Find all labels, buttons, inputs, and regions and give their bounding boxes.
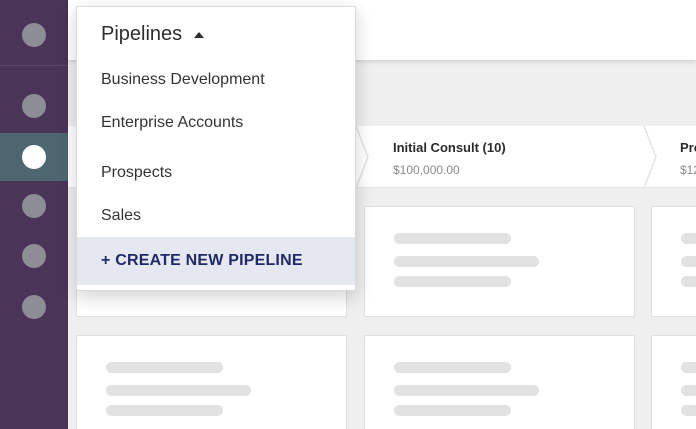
pipeline-dropdown-toggle[interactable]: Pipelines — [101, 23, 205, 46]
loading-placeholder — [681, 405, 696, 416]
nav-dot-icon[interactable] — [22, 194, 46, 218]
nav-dot-icon[interactable] — [22, 295, 46, 319]
loading-placeholder — [681, 233, 696, 244]
loading-placeholder — [681, 276, 696, 287]
nav-dot-icon[interactable] — [22, 244, 46, 268]
deal-card[interactable] — [364, 206, 635, 317]
loading-placeholder — [394, 276, 511, 287]
loading-placeholder — [681, 385, 696, 396]
pipeline-item-prospects[interactable]: Prospects — [77, 163, 355, 183]
loading-placeholder — [394, 233, 511, 244]
stage-name[interactable]: Initial Consult (10) — [393, 140, 506, 155]
nav-dot-icon[interactable] — [22, 145, 46, 169]
deal-card[interactable] — [651, 335, 696, 429]
stage-name[interactable]: Pro — [680, 140, 696, 155]
loading-placeholder — [394, 256, 539, 267]
pipeline-item-enterprise-accounts[interactable]: Enterprise Accounts — [77, 113, 355, 133]
create-pipeline-button[interactable]: + CREATE NEW PIPELINE — [77, 237, 355, 285]
stage-amount: $12 — [680, 163, 696, 177]
loading-placeholder — [394, 405, 511, 416]
nav-dot-icon[interactable] — [22, 23, 46, 47]
loading-placeholder — [106, 405, 223, 416]
deal-card[interactable] — [364, 335, 635, 429]
loading-placeholder — [681, 256, 696, 267]
deal-card[interactable] — [651, 206, 696, 317]
caret-up-icon — [194, 31, 205, 38]
loading-placeholder — [394, 385, 539, 396]
sidebar — [0, 0, 68, 429]
loading-placeholder — [681, 362, 696, 373]
pipeline-dropdown-title: Pipelines — [101, 23, 183, 45]
stage-separator-icon — [643, 126, 657, 188]
stage-amount: $100,000.00 — [393, 163, 460, 177]
loading-placeholder — [106, 362, 223, 373]
loading-placeholder — [394, 362, 511, 373]
pipeline-item-business-development[interactable]: Business Development — [77, 70, 355, 90]
pipeline-dropdown: Pipelines Business Development Enterpris… — [76, 6, 356, 291]
pipeline-item-sales[interactable]: Sales — [77, 206, 355, 226]
stage-separator-icon — [355, 126, 369, 188]
loading-placeholder — [106, 385, 251, 396]
nav-dot-icon[interactable] — [22, 94, 46, 118]
deal-card[interactable] — [76, 335, 347, 429]
